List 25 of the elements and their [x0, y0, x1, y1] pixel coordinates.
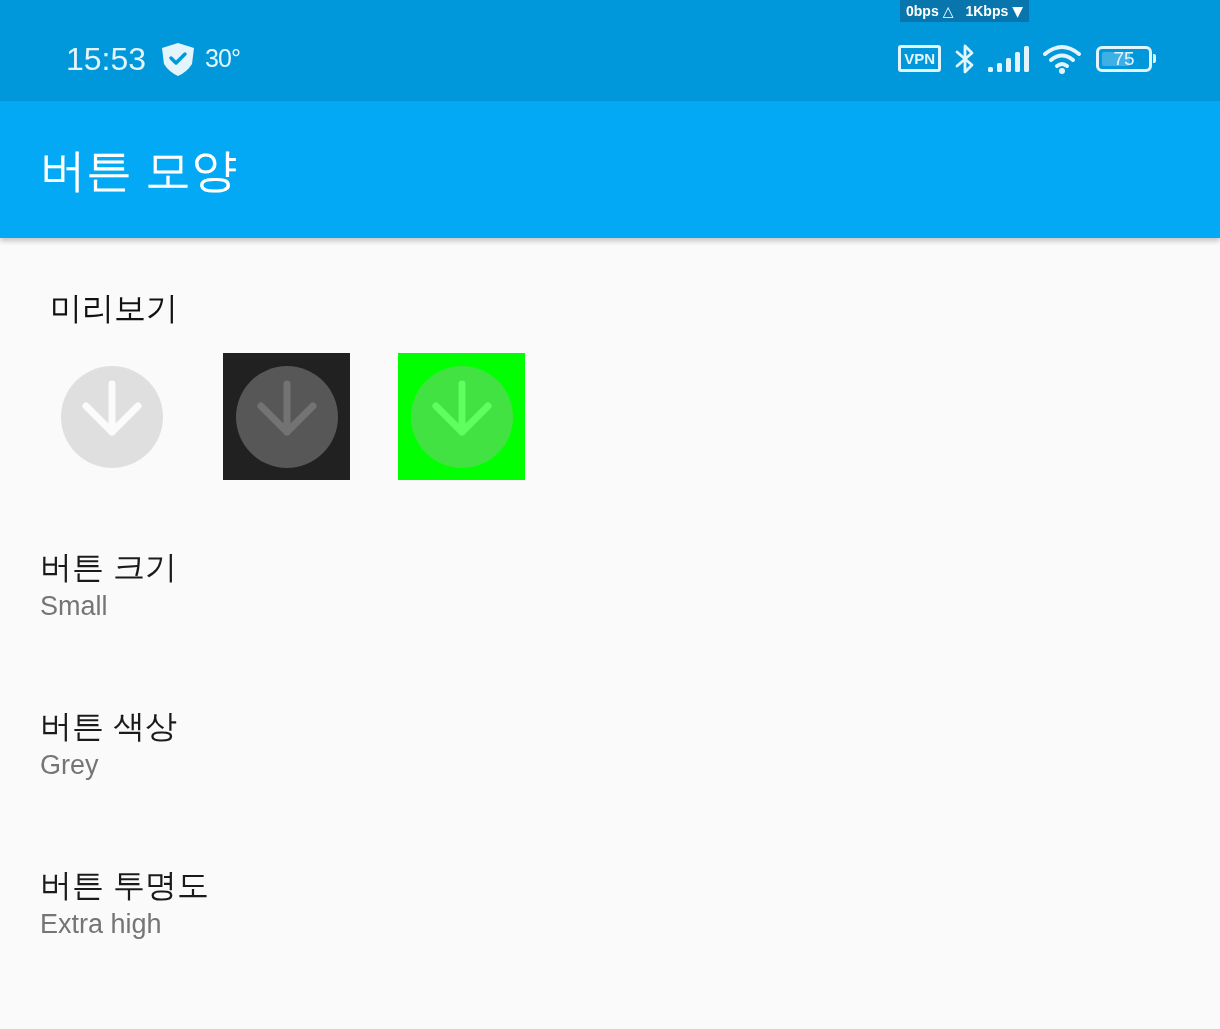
setting-title: 버튼 색상: [40, 707, 177, 745]
setting-title: 버튼 투명도: [40, 866, 209, 904]
temperature: 30°: [205, 46, 240, 71]
down-arrow-circle-icon: [60, 365, 163, 468]
vpn-badge: VPN: [898, 45, 941, 72]
setting-value: Extra high: [40, 908, 162, 940]
upload-speed: 0bps: [906, 4, 939, 18]
setting-item[interactable]: 버튼 색상 Grey: [0, 689, 1220, 848]
download-glyph: ▼: [1012, 4, 1024, 18]
battery-level: 75: [1112, 49, 1136, 68]
clock: 15:53: [66, 42, 147, 75]
screen-title: 버튼 모양: [40, 146, 237, 193]
setting-item[interactable]: 버튼 크기 Small: [0, 530, 1220, 689]
down-arrow-circle-icon: [235, 365, 338, 468]
setting-item[interactable]: 버튼 투명도 Extra high: [0, 848, 1220, 1007]
preview-heading: 미리보기: [50, 290, 178, 326]
down-arrow-circle-icon: [410, 365, 513, 468]
shield-check-icon: [161, 41, 196, 76]
signal-strength-icon: [988, 45, 1030, 72]
download-speed: 1Kbps: [965, 4, 1009, 18]
setting-value: Small: [40, 590, 108, 622]
setting-title: 버튼 크기: [40, 548, 177, 586]
upload-glyph: △: [942, 4, 954, 18]
wifi-icon: [1042, 43, 1082, 74]
setting-value: Grey: [40, 749, 99, 781]
